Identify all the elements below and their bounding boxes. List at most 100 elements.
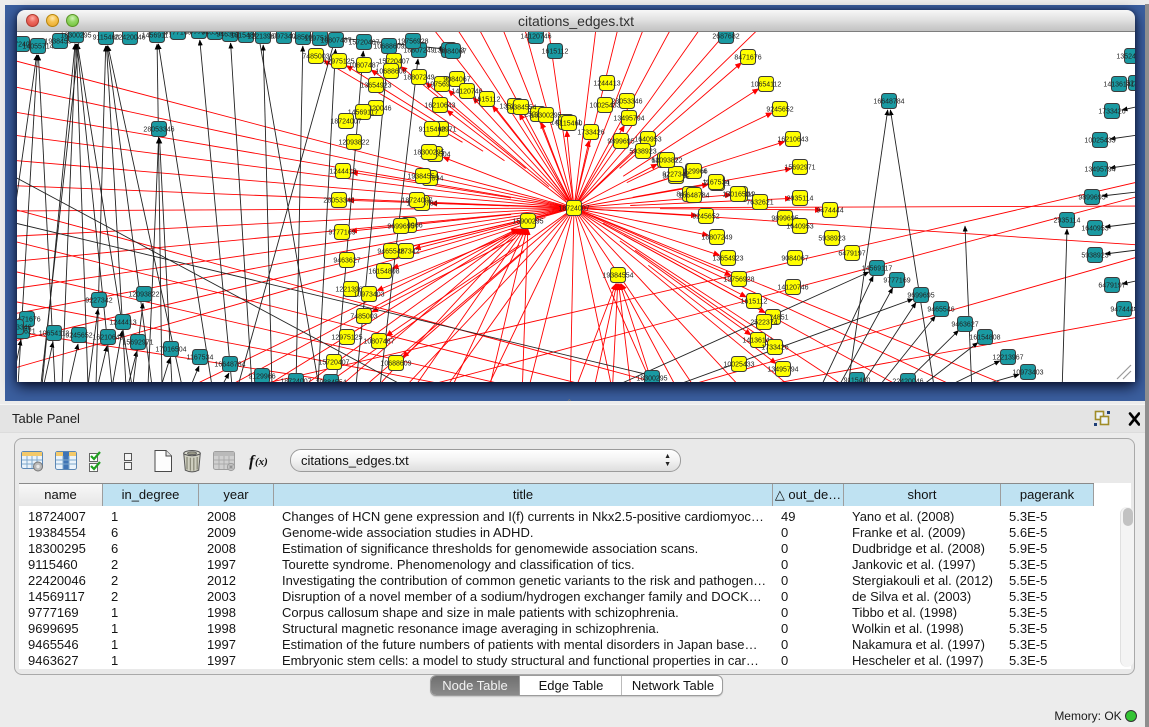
svg-text:1244413: 1244413 xyxy=(593,81,620,88)
svg-text:18724007: 18724007 xyxy=(330,119,361,126)
svg-text:28053346: 28053346 xyxy=(17,325,32,332)
svg-text:19384554: 19384554 xyxy=(407,174,438,181)
svg-text:9115460: 9115460 xyxy=(556,121,583,128)
svg-text:16648784: 16648784 xyxy=(678,193,709,200)
svg-text:18724007: 18724007 xyxy=(558,206,589,213)
svg-text:28053346: 28053346 xyxy=(143,127,174,134)
svg-text:10025433: 10025433 xyxy=(1084,138,1115,145)
svg-text:18300295: 18300295 xyxy=(636,376,667,383)
svg-text:9245652: 9245652 xyxy=(65,333,92,340)
svg-text:10807487: 10807487 xyxy=(363,339,394,346)
svg-text:12093822: 12093822 xyxy=(651,158,682,165)
svg-text:1167534: 1167534 xyxy=(703,180,730,187)
svg-text:9699695: 9699695 xyxy=(907,293,934,300)
svg-text:13654923: 13654923 xyxy=(712,256,743,263)
svg-text:16154808: 16154808 xyxy=(969,335,1000,342)
svg-text:16154808: 16154808 xyxy=(368,269,399,276)
svg-text:18807249: 18807249 xyxy=(701,235,732,242)
svg-text:13495794: 13495794 xyxy=(767,367,798,374)
svg-text:9463627: 9463627 xyxy=(333,258,360,265)
svg-text:16648784: 16648784 xyxy=(214,362,245,369)
svg-text:28053346: 28053346 xyxy=(611,99,642,106)
svg-text:12975125: 12975125 xyxy=(331,335,362,342)
svg-text:16210643: 16210643 xyxy=(92,335,123,342)
svg-text:18300295: 18300295 xyxy=(60,33,91,40)
svg-text:9899695: 9899695 xyxy=(607,139,634,146)
svg-text:9899695: 9899695 xyxy=(1078,195,1105,202)
svg-text:15692971: 15692971 xyxy=(784,165,815,172)
svg-text:10973403: 10973403 xyxy=(1012,370,1043,377)
svg-text:5938923: 5938923 xyxy=(818,236,845,243)
svg-text:1244413: 1244413 xyxy=(329,169,356,176)
svg-text:2522374: 2522374 xyxy=(750,320,777,327)
svg-text:19384554: 19384554 xyxy=(602,273,633,280)
svg-text:14569117: 14569117 xyxy=(862,266,893,273)
svg-text:1640953: 1640953 xyxy=(634,137,661,144)
svg-text:13524851: 13524851 xyxy=(1116,54,1135,61)
svg-text:10654112: 10654112 xyxy=(751,82,782,89)
svg-text:8471676: 8471676 xyxy=(734,55,761,62)
svg-text:15692971: 15692971 xyxy=(122,340,153,347)
svg-text:5938923: 5938923 xyxy=(629,149,656,156)
svg-text:2687682: 2687682 xyxy=(712,34,739,41)
svg-text:19756928: 19756928 xyxy=(397,39,428,46)
svg-text:15720407: 15720407 xyxy=(318,360,349,367)
svg-text:17016504: 17016504 xyxy=(155,347,186,354)
svg-text:12093822: 12093822 xyxy=(128,292,159,299)
svg-text:5938923: 5938923 xyxy=(1081,253,1108,260)
svg-text:28053346: 28053346 xyxy=(323,198,354,205)
svg-text:16210643: 16210643 xyxy=(777,137,808,144)
svg-text:9777169: 9777169 xyxy=(883,278,910,285)
svg-text:9115460: 9115460 xyxy=(844,378,871,383)
svg-text:10807487: 10807487 xyxy=(320,38,351,45)
svg-text:6479197: 6479197 xyxy=(1098,283,1125,290)
svg-text:13495794: 13495794 xyxy=(613,116,644,123)
svg-text:13654923: 13654923 xyxy=(360,83,391,90)
svg-text:2935114: 2935114 xyxy=(787,196,814,203)
svg-text:1640953: 1640953 xyxy=(786,224,813,231)
svg-text:9084067: 9084067 xyxy=(439,49,466,56)
svg-text:12213967: 12213967 xyxy=(992,355,1023,362)
svg-text:1640953: 1640953 xyxy=(1081,226,1108,233)
svg-text:9227342: 9227342 xyxy=(662,172,689,179)
svg-text:1733426: 1733426 xyxy=(761,345,788,352)
svg-text:9474444: 9474444 xyxy=(816,208,843,215)
svg-text:18724007: 18724007 xyxy=(280,379,311,383)
svg-text:18300295: 18300295 xyxy=(413,150,444,157)
svg-text:6479197: 6479197 xyxy=(838,251,865,258)
svg-text:2935114: 2935114 xyxy=(1054,218,1081,225)
svg-text:14120746: 14120746 xyxy=(451,89,482,96)
svg-text:9245652: 9245652 xyxy=(692,214,719,221)
svg-text:15900295: 15900295 xyxy=(512,219,543,226)
svg-text:14120746: 14120746 xyxy=(520,34,551,41)
svg-text:1167534: 1167534 xyxy=(187,355,214,362)
svg-text:1244413: 1244413 xyxy=(109,320,136,327)
svg-text:10973403: 10973403 xyxy=(353,292,384,299)
svg-text:14136141: 14136141 xyxy=(1103,82,1134,89)
svg-text:22420046: 22420046 xyxy=(892,379,923,383)
svg-text:16648784: 16648784 xyxy=(873,99,904,106)
svg-text:9129966: 9129966 xyxy=(248,374,275,381)
svg-text:9463627: 9463627 xyxy=(951,322,978,329)
svg-text:19384554: 19384554 xyxy=(315,380,346,383)
svg-text:18807249: 18807249 xyxy=(403,75,434,82)
svg-text:16210643: 16210643 xyxy=(424,103,455,110)
svg-text:13495794: 13495794 xyxy=(1084,167,1115,174)
svg-text:1733426: 1733426 xyxy=(577,130,604,137)
svg-text:1615112: 1615112 xyxy=(741,299,768,306)
svg-text:9227342: 9227342 xyxy=(85,298,112,305)
svg-text:9115460: 9115460 xyxy=(419,127,446,134)
svg-text:12093822: 12093822 xyxy=(338,140,369,147)
svg-text:9699695: 9699695 xyxy=(387,224,414,231)
svg-text:14120746: 14120746 xyxy=(777,285,808,292)
svg-text:7485003: 7485003 xyxy=(350,314,377,321)
svg-text:10025433: 10025433 xyxy=(723,362,754,369)
svg-text:19384554: 19384554 xyxy=(505,105,536,112)
svg-text:19756928: 19756928 xyxy=(723,277,754,284)
svg-text:18724007: 18724007 xyxy=(401,198,432,205)
svg-text:(x): (x) xyxy=(255,456,268,468)
svg-text:9465546: 9465546 xyxy=(377,249,404,256)
svg-text:9474444: 9474444 xyxy=(1110,307,1135,314)
svg-text:9465546: 9465546 xyxy=(927,307,954,314)
svg-text:1615112: 1615112 xyxy=(474,97,501,104)
